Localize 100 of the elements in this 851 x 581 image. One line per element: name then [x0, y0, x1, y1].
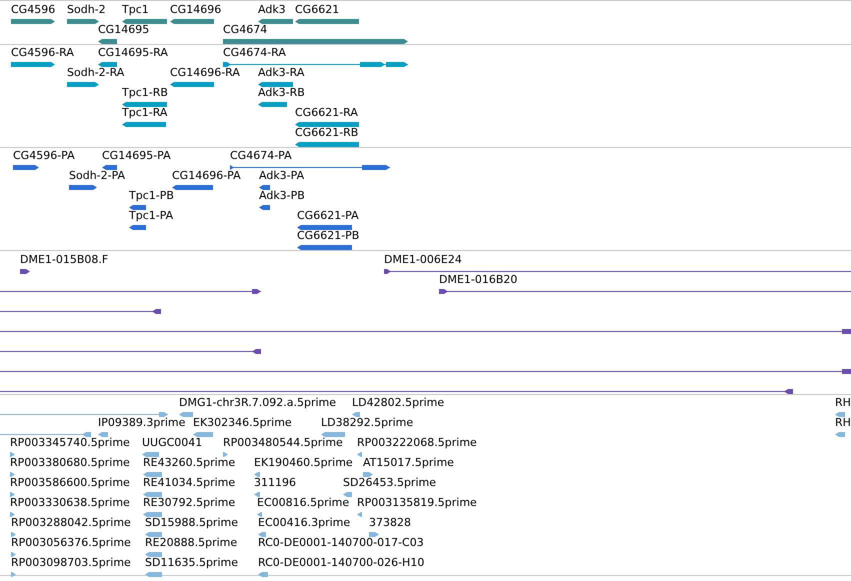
feature-glyph — [67, 81, 99, 88]
feature-glyph — [172, 184, 213, 191]
feature-label: CG4674-PA — [230, 149, 292, 162]
feature-glyph — [352, 411, 360, 418]
feature-label: 311196 — [254, 476, 296, 489]
feature-label: CG6621-PA — [297, 209, 359, 222]
feature-glyph — [122, 18, 167, 25]
feature-glyph — [69, 184, 97, 191]
feature-glyph — [10, 471, 15, 478]
feature-glyph — [295, 121, 359, 128]
feature-glyph — [369, 531, 379, 538]
feature-glyph — [145, 531, 162, 538]
feature-label: RE20888.5prime — [145, 536, 238, 549]
feature-label: RP003380680.5prime — [10, 456, 130, 469]
feature-label: EK190460.5prime — [254, 456, 353, 469]
feature-label: SD15988.5prime — [145, 516, 238, 529]
feature-label: RE41034.5prime — [143, 476, 236, 489]
feature-glyph — [98, 431, 108, 438]
feature-label: CG14696 — [170, 3, 222, 16]
feature-label: Adk3-PB — [259, 189, 305, 202]
feature-glyph — [193, 431, 213, 438]
feature-glyph — [321, 431, 345, 438]
feature-label: Adk3-RB — [258, 86, 305, 99]
feature-label: CG4596-RA — [11, 46, 74, 59]
feature-label: Tpc1-RA — [122, 106, 168, 119]
feature-glyph — [254, 471, 260, 478]
feature-glyph — [258, 101, 287, 108]
feature-glyph — [10, 511, 15, 518]
feature-label: RP003135819.5prime — [357, 496, 477, 509]
feature-glyph — [297, 224, 352, 231]
feature-glyph — [142, 451, 159, 458]
feature-label: DME1-016B20 — [439, 273, 518, 286]
feature-label: CG4674-RA — [223, 46, 286, 59]
feature-label: CG6621-RB — [295, 126, 358, 139]
feature-label: CG6621-RA — [295, 106, 358, 119]
feature-glyph — [258, 571, 268, 578]
feature-glyph — [297, 244, 352, 251]
feature-label: Tpc1-PA — [129, 209, 174, 222]
feature-glyph — [258, 531, 266, 538]
feature-label: RP003222068.5prime — [357, 436, 477, 449]
feature-label: DME1-006E24 — [384, 253, 462, 266]
feature-label: RP003480544.5prime — [223, 436, 343, 449]
feature-glyph — [98, 38, 117, 45]
feature-glyph — [259, 204, 270, 211]
feature-label: CG4596-PA — [13, 149, 75, 162]
feature-glyph — [357, 451, 362, 458]
feature-glyph — [357, 511, 362, 518]
feature-label: LD38292.5prime — [321, 416, 414, 429]
feature-glyph — [10, 491, 15, 498]
feature-label: RE30792.5prime — [143, 496, 236, 509]
feature-label: CG4674 — [223, 23, 268, 36]
feature-label: CG14695-PA — [102, 149, 171, 162]
feature-glyph — [258, 81, 293, 88]
feature-label: Sodh-2-PA — [69, 169, 126, 182]
feature-glyph — [122, 101, 167, 108]
feature-label: Adk3-RA — [258, 66, 304, 79]
feature-label: RH — [835, 416, 851, 429]
feature-label: RP003098703.5prime — [11, 556, 131, 569]
feature-glyph — [258, 18, 293, 25]
feature-label: CG14695-RA — [98, 46, 168, 59]
feature-label: Adk3-PA — [259, 169, 304, 182]
feature-glyph — [343, 491, 352, 498]
feature-glyph — [835, 431, 845, 438]
feature-label: RP003330638.5prime — [10, 496, 130, 509]
feature-glyph — [13, 164, 39, 171]
feature-glyph — [145, 551, 162, 558]
feature-label: EC00816.5prime — [257, 496, 350, 509]
feature-glyph — [143, 491, 162, 498]
feature-glyph — [295, 18, 359, 25]
feature-label: UUGC0041 — [142, 436, 202, 449]
feature-glyph — [257, 511, 262, 518]
feature-label: CG14695 — [98, 23, 150, 36]
feature-glyph — [145, 571, 162, 578]
feature-label: DMG1-chr3R.7.092.a.5prime — [179, 396, 336, 409]
feature-glyph — [179, 411, 193, 418]
feature-label: SD11635.5prime — [145, 556, 238, 569]
feature-glyph — [11, 571, 16, 578]
feature-label: Tpc1-RB — [122, 86, 168, 99]
feature-glyph — [11, 18, 55, 25]
feature-glyph — [11, 61, 55, 68]
feature-glyph — [102, 164, 117, 171]
feature-glyph — [122, 121, 166, 128]
feature-glyph — [98, 61, 117, 68]
feature-label: Tpc1-PB — [129, 189, 174, 202]
feature-label: AT15017.5prime — [363, 456, 454, 469]
feature-glyph — [835, 411, 845, 418]
feature-glyph — [129, 204, 146, 211]
feature-label: RC0-DE0001-140700-017-C03 — [258, 536, 424, 549]
feature-label: CG6621 — [295, 3, 340, 16]
feature-glyph — [295, 141, 359, 148]
feature-glyph — [20, 268, 30, 275]
feature-label: RH — [835, 396, 851, 409]
feature-label: LD42802.5prime — [352, 396, 444, 409]
feature-label: Sodh-2 — [67, 3, 106, 16]
feature-glyph — [170, 81, 214, 88]
feature-glyph — [143, 471, 162, 478]
feature-label: CG6621-PB — [297, 229, 360, 242]
feature-label: RP003345740.5prime — [10, 436, 130, 449]
feature-label: RP003288042.5prime — [11, 516, 131, 529]
feature-label: EK302346.5prime — [193, 416, 292, 429]
